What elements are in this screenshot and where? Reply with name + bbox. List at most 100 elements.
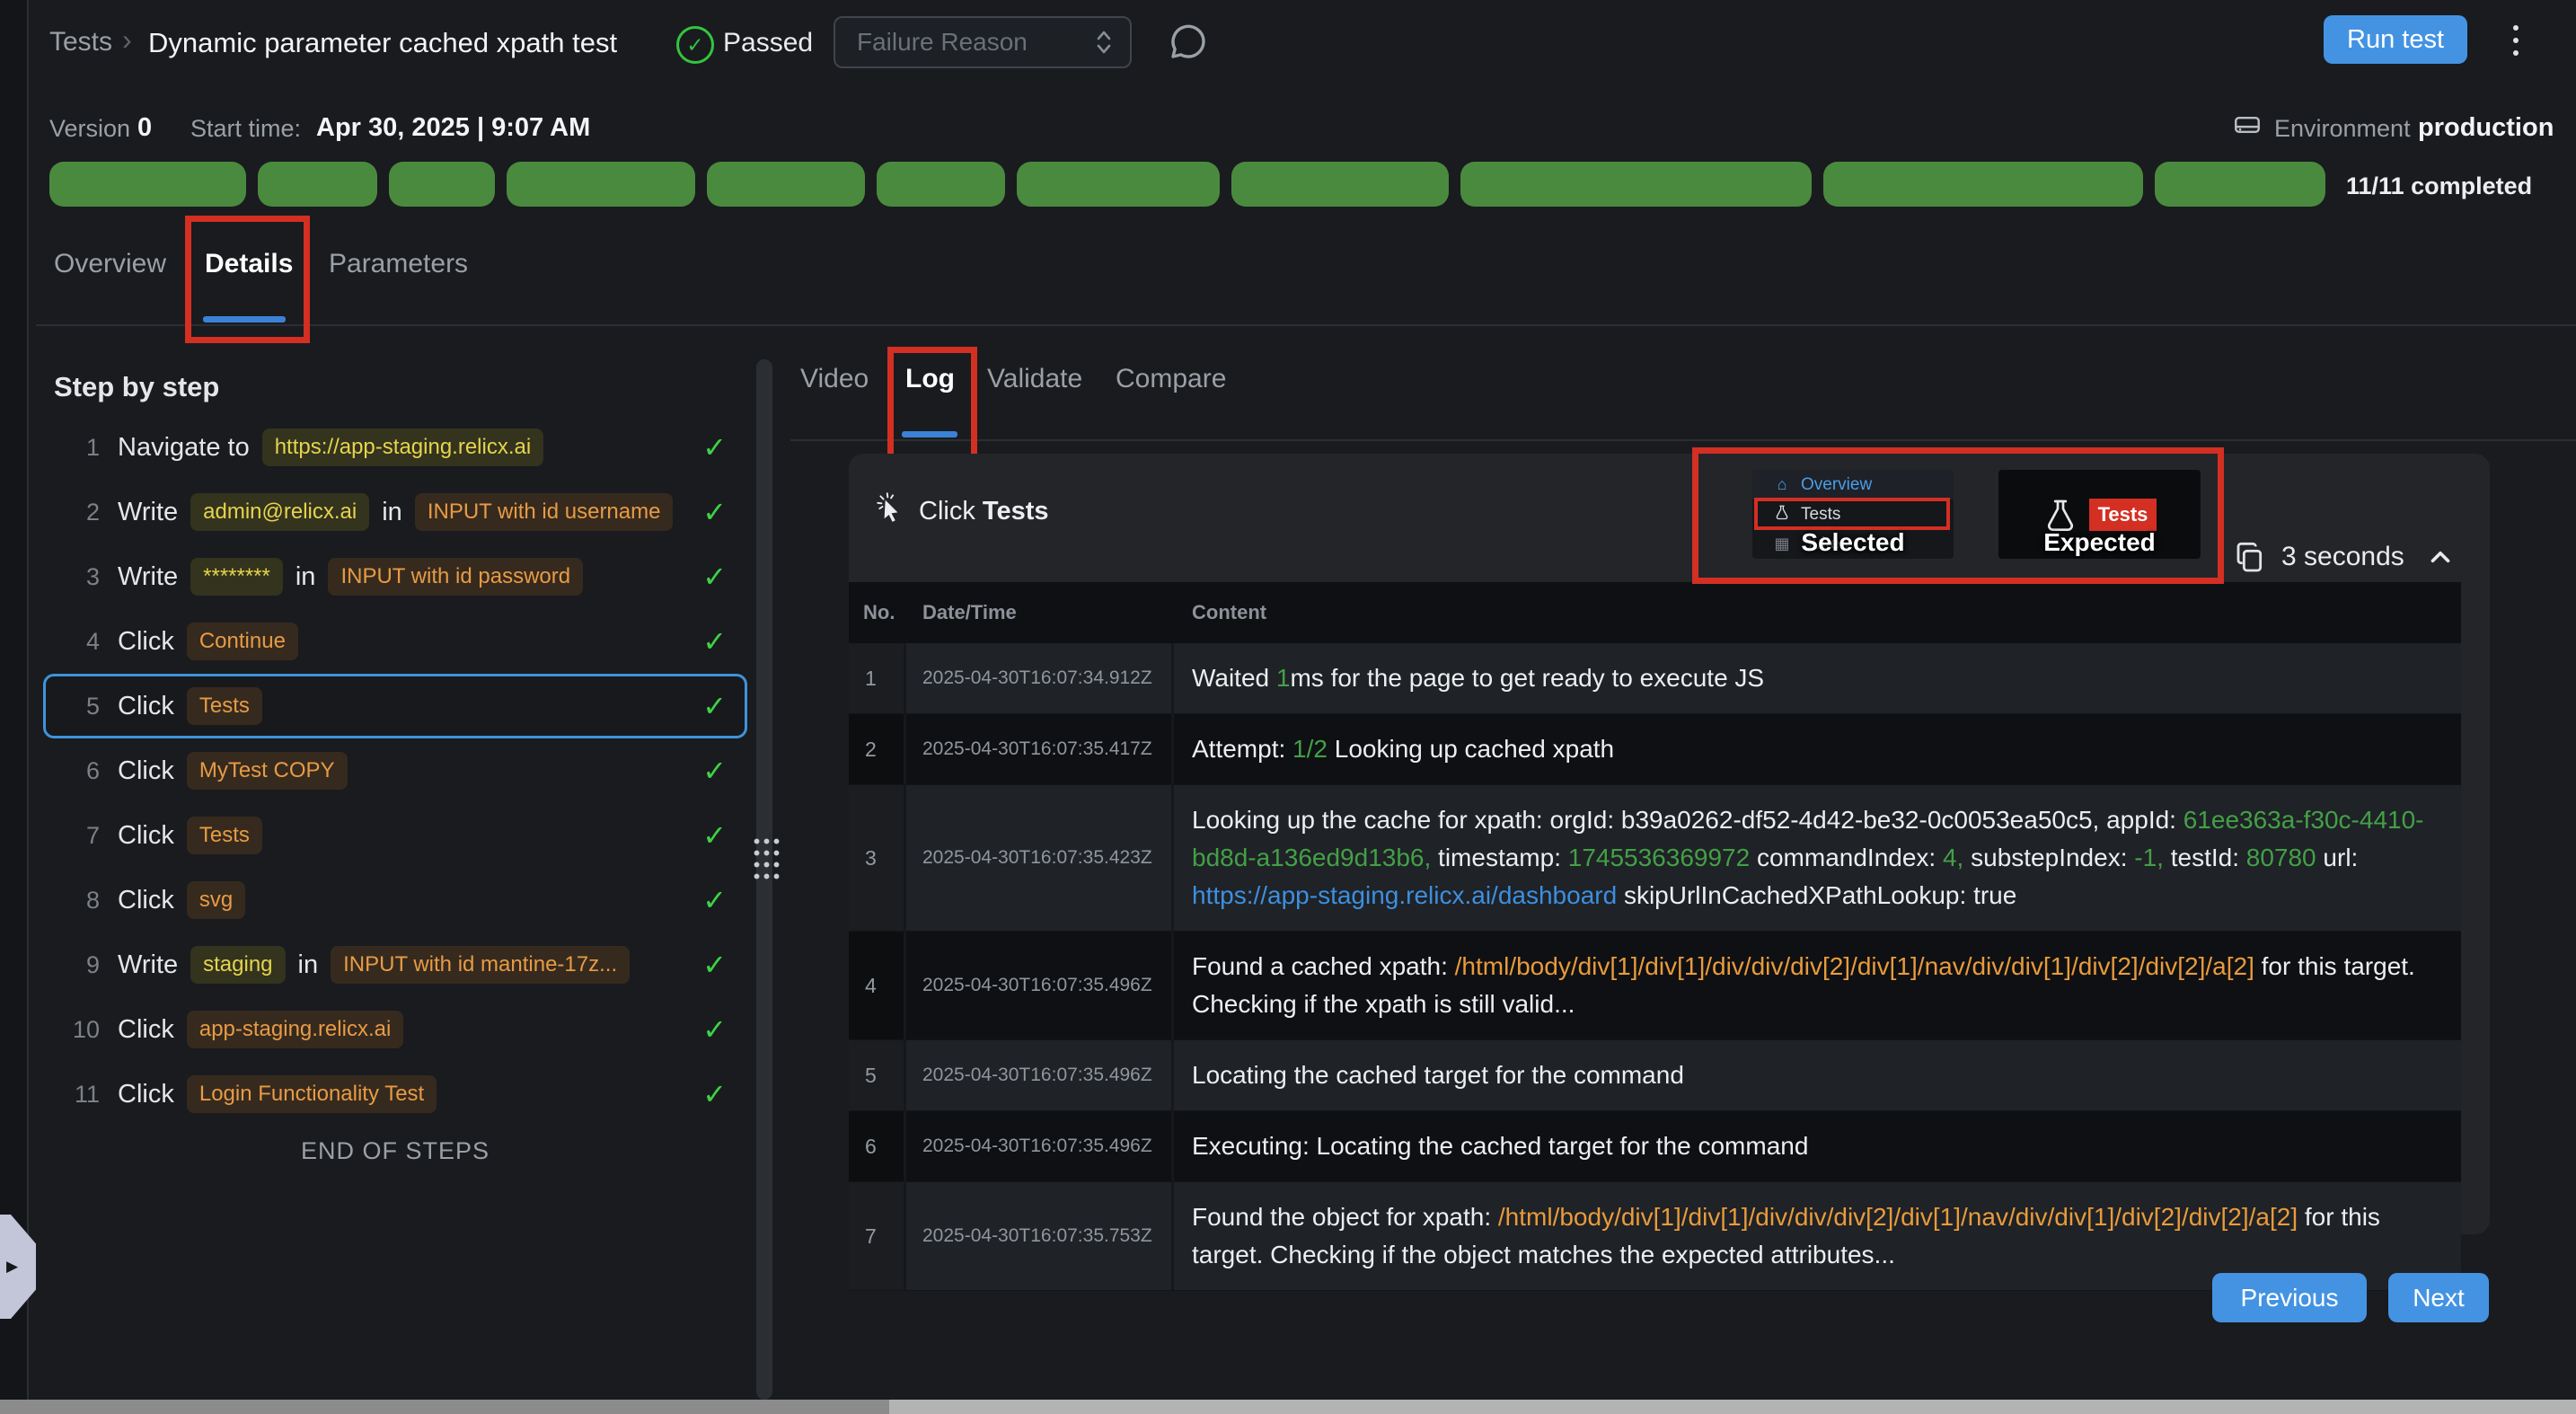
progress-segment[interactable] bbox=[877, 162, 1005, 207]
step-passed-check-icon: ✓ bbox=[702, 1012, 727, 1047]
collapsed-sidebar-rail bbox=[0, 0, 29, 1414]
tab-compare[interactable]: Compare bbox=[1116, 364, 1226, 394]
log-row-content: Executing: Locating the cached target fo… bbox=[1174, 1111, 2461, 1181]
passed-check-circle-icon: ✓ bbox=[676, 26, 714, 64]
step-row[interactable]: 6ClickMyTest COPY✓ bbox=[43, 738, 747, 803]
status-badge: Passed bbox=[723, 28, 813, 58]
run-test-button[interactable]: Run test bbox=[2324, 15, 2467, 64]
step-row[interactable]: 5ClickTests✓ bbox=[43, 674, 747, 738]
step-action-text: Write bbox=[118, 498, 178, 527]
next-button[interactable]: Next bbox=[2388, 1273, 2489, 1322]
log-text-segment: commandIndex: bbox=[1750, 844, 1943, 871]
log-table-row: 52025-04-30T16:07:35.496ZLocating the ca… bbox=[849, 1040, 2461, 1111]
right-tabs-separator-line bbox=[790, 439, 2576, 441]
comment-bubble-icon[interactable] bbox=[1166, 21, 1209, 64]
step-row[interactable]: 8Clicksvg✓ bbox=[43, 868, 747, 932]
more-options-kebab-icon[interactable] bbox=[2502, 20, 2529, 61]
progress-segment[interactable] bbox=[507, 162, 695, 207]
sidebar-expander-tab[interactable]: ▶ bbox=[0, 1215, 36, 1319]
log-table-row: 12025-04-30T16:07:34.912ZWaited 1ms for … bbox=[849, 643, 2461, 714]
step-description: ClickLogin Functionality Test bbox=[118, 1075, 437, 1113]
step-target-badge: Tests bbox=[187, 687, 262, 725]
failure-reason-select[interactable]: Failure Reason bbox=[834, 16, 1132, 68]
step-passed-check-icon: ✓ bbox=[702, 948, 727, 982]
step-row[interactable]: 2Writeadmin@relicx.aiinINPUT with id use… bbox=[43, 480, 747, 544]
collapse-chevron-up-icon[interactable] bbox=[2425, 542, 2456, 572]
progress-segment[interactable] bbox=[389, 162, 495, 207]
log-row-timestamp: 2025-04-30T16:07:35.496Z bbox=[906, 1040, 1174, 1110]
progress-segment[interactable] bbox=[2155, 162, 2325, 207]
log-text-segment: Executing: Locating the cached target fo… bbox=[1192, 1132, 1808, 1160]
log-row-content: Waited 1ms for the page to get ready to … bbox=[1174, 643, 2461, 713]
tab-parameters[interactable]: Parameters bbox=[329, 249, 468, 279]
environment-icon bbox=[2232, 110, 2263, 145]
log-text-segment: Looking up cached xpath bbox=[1328, 735, 1614, 763]
tab-validate[interactable]: Validate bbox=[987, 364, 1082, 394]
step-target-badge: admin@relicx.ai bbox=[190, 493, 369, 531]
log-text-segment: /html/body/div[1]/div[1]/div/div/div[2]/… bbox=[1498, 1203, 2298, 1231]
step-action-text: Click bbox=[118, 692, 174, 721]
progress-segment[interactable] bbox=[49, 162, 246, 207]
cursor-click-icon bbox=[874, 490, 908, 528]
breadcrumb[interactable]: Tests bbox=[49, 27, 112, 57]
step-passed-check-icon: ✓ bbox=[702, 624, 727, 658]
log-row-timestamp: 2025-04-30T16:07:35.496Z bbox=[906, 932, 1174, 1039]
step-action-text: Click bbox=[118, 756, 174, 786]
log-text-segment: Attempt: bbox=[1192, 735, 1292, 763]
log-row-number: 7 bbox=[849, 1182, 906, 1290]
step-target-badge: ******** bbox=[190, 558, 283, 596]
step-passed-check-icon: ✓ bbox=[702, 1077, 727, 1111]
progress-segment[interactable] bbox=[1460, 162, 1812, 207]
step-row[interactable]: 3Write********inINPUT with id password✓ bbox=[43, 544, 747, 609]
log-text-segment: Locating the cached target for the comma… bbox=[1192, 1061, 1684, 1089]
progress-segment[interactable] bbox=[1823, 162, 2143, 207]
pane-resizer-handle[interactable] bbox=[750, 834, 782, 880]
log-text-segment: skipUrlInCachedXPathLookup: true bbox=[1617, 881, 2016, 909]
step-row[interactable]: 10Clickapp-staging.relicx.ai✓ bbox=[43, 997, 747, 1062]
step-action-text: Click bbox=[118, 1015, 174, 1045]
log-text-segment: Found a cached xpath: bbox=[1192, 952, 1455, 980]
step-description: ClickContinue bbox=[118, 623, 298, 660]
log-row-timestamp: 2025-04-30T16:07:35.753Z bbox=[906, 1182, 1174, 1290]
step-row[interactable]: 11ClickLogin Functionality Test✓ bbox=[43, 1062, 747, 1127]
step-action-text: in bbox=[296, 562, 316, 592]
tab-video[interactable]: Video bbox=[800, 364, 869, 394]
log-text-segment: 1 bbox=[1276, 664, 1291, 692]
step-row[interactable]: 1Navigate tohttps://app-staging.relicx.a… bbox=[43, 415, 747, 480]
step-row[interactable]: 7ClickTests✓ bbox=[43, 803, 747, 868]
step-description: WritestaginginINPUT with id mantine-17z.… bbox=[118, 946, 630, 984]
log-row-content: Attempt: 1/2 Looking up cached xpath bbox=[1174, 714, 2461, 784]
step-target-badge: INPUT with id mantine-17z... bbox=[331, 946, 630, 984]
log-text-segment: testId: bbox=[2164, 844, 2246, 871]
progress-segment[interactable] bbox=[258, 162, 377, 207]
log-text-segment: -1, bbox=[2134, 844, 2164, 871]
step-progress-bar bbox=[49, 162, 2325, 207]
step-row[interactable]: 9WritestaginginINPUT with id mantine-17z… bbox=[43, 932, 747, 997]
step-description: Writeadmin@relicx.aiinINPUT with id user… bbox=[118, 493, 673, 531]
progress-segment[interactable] bbox=[1231, 162, 1449, 207]
column-header-datetime: Date/Time bbox=[906, 601, 1174, 624]
step-action-text: Click bbox=[118, 627, 174, 657]
test-run-details-page: ▶ Tests › Dynamic parameter cached xpath… bbox=[0, 0, 2576, 1414]
log-text-segment: 4, bbox=[1943, 844, 1963, 871]
log-text-segment: substepIndex: bbox=[1963, 844, 2134, 871]
log-text-segment: Looking up the cache for xpath: orgId: b… bbox=[1192, 806, 2183, 834]
step-row[interactable]: 4 ClickContinue ✓ bbox=[43, 609, 747, 674]
step-number: 5 bbox=[58, 693, 100, 720]
step-target-badge: https://app-staging.relicx.ai bbox=[262, 429, 543, 466]
step-passed-check-icon: ✓ bbox=[702, 754, 727, 788]
step-number: 4 bbox=[58, 628, 100, 656]
log-table-row: 32025-04-30T16:07:35.423ZLooking up the … bbox=[849, 785, 2461, 932]
log-text-segment: Waited bbox=[1192, 664, 1276, 692]
start-time-value: Apr 30, 2025 | 9:07 AM bbox=[316, 113, 590, 143]
horizontal-scrollbar[interactable] bbox=[0, 1400, 2576, 1414]
progress-segment[interactable] bbox=[707, 162, 865, 207]
copy-icon[interactable] bbox=[2232, 539, 2268, 575]
previous-button[interactable]: Previous bbox=[2212, 1273, 2367, 1322]
step-number: 3 bbox=[58, 563, 100, 591]
progress-segment[interactable] bbox=[1017, 162, 1220, 207]
steps-panel-heading: Step by step bbox=[54, 371, 219, 403]
environment-label: Environment bbox=[2274, 115, 2411, 143]
tab-overview[interactable]: Overview bbox=[54, 249, 166, 279]
horizontal-scrollbar-thumb[interactable] bbox=[0, 1400, 889, 1414]
